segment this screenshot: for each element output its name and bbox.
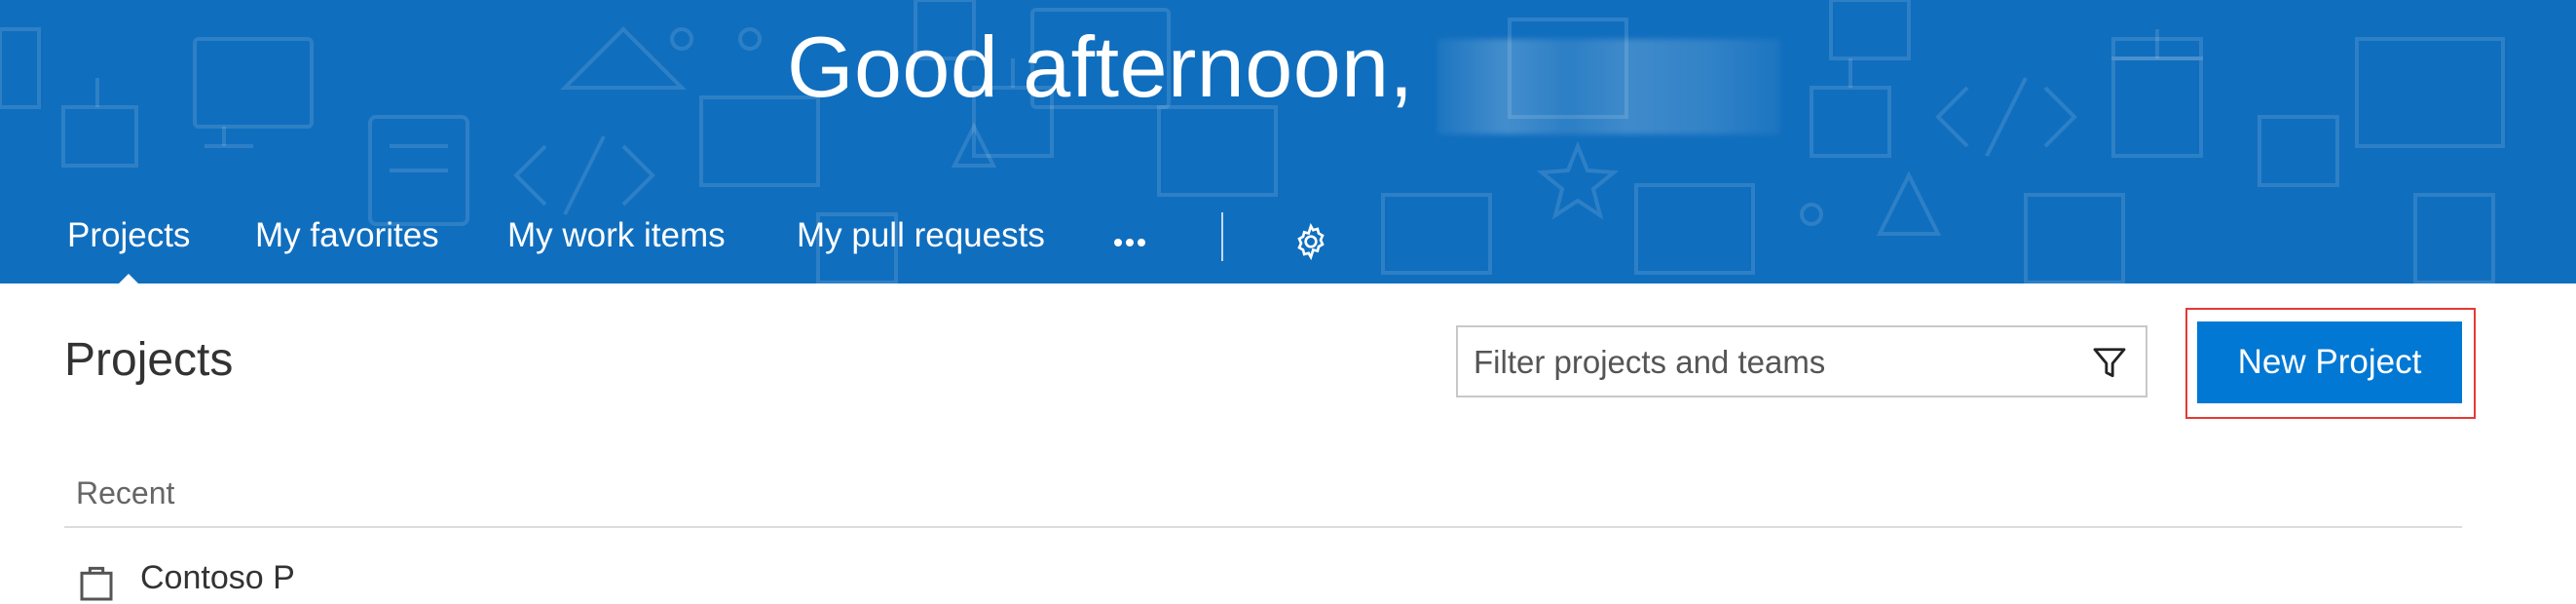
hub-tabs: Projects My favorites My work items My p…: [0, 205, 1461, 283]
recent-project-item[interactable]: Contoso P: [76, 559, 563, 601]
tab-projects[interactable]: Projects: [67, 216, 190, 283]
page-title: Projects: [64, 334, 234, 386]
gear-icon[interactable]: [1291, 222, 1330, 261]
filter-box: [1456, 325, 2147, 397]
recent-project-name: Contoso P: [140, 559, 295, 596]
recent-section-label: Recent: [76, 475, 175, 510]
tab-my-pull-requests[interactable]: My pull requests: [797, 216, 1045, 255]
tab-divider: [1221, 212, 1223, 261]
tab-my-work-items[interactable]: My work items: [507, 216, 726, 255]
filter-icon[interactable]: [2091, 345, 2128, 382]
hub-header: Good afternoon, Projects My favorites My…: [0, 0, 2576, 283]
section-divider: [64, 526, 2462, 528]
greeting-text: Good afternoon,: [787, 19, 1414, 115]
new-project-button[interactable]: New Project: [2197, 321, 2462, 403]
user-name-redacted: [1437, 39, 1780, 134]
project-icon: [80, 566, 113, 601]
ellipsis-icon[interactable]: [1114, 234, 1149, 246]
filter-input[interactable]: [1472, 339, 2060, 386]
tab-my-favorites[interactable]: My favorites: [255, 216, 439, 255]
